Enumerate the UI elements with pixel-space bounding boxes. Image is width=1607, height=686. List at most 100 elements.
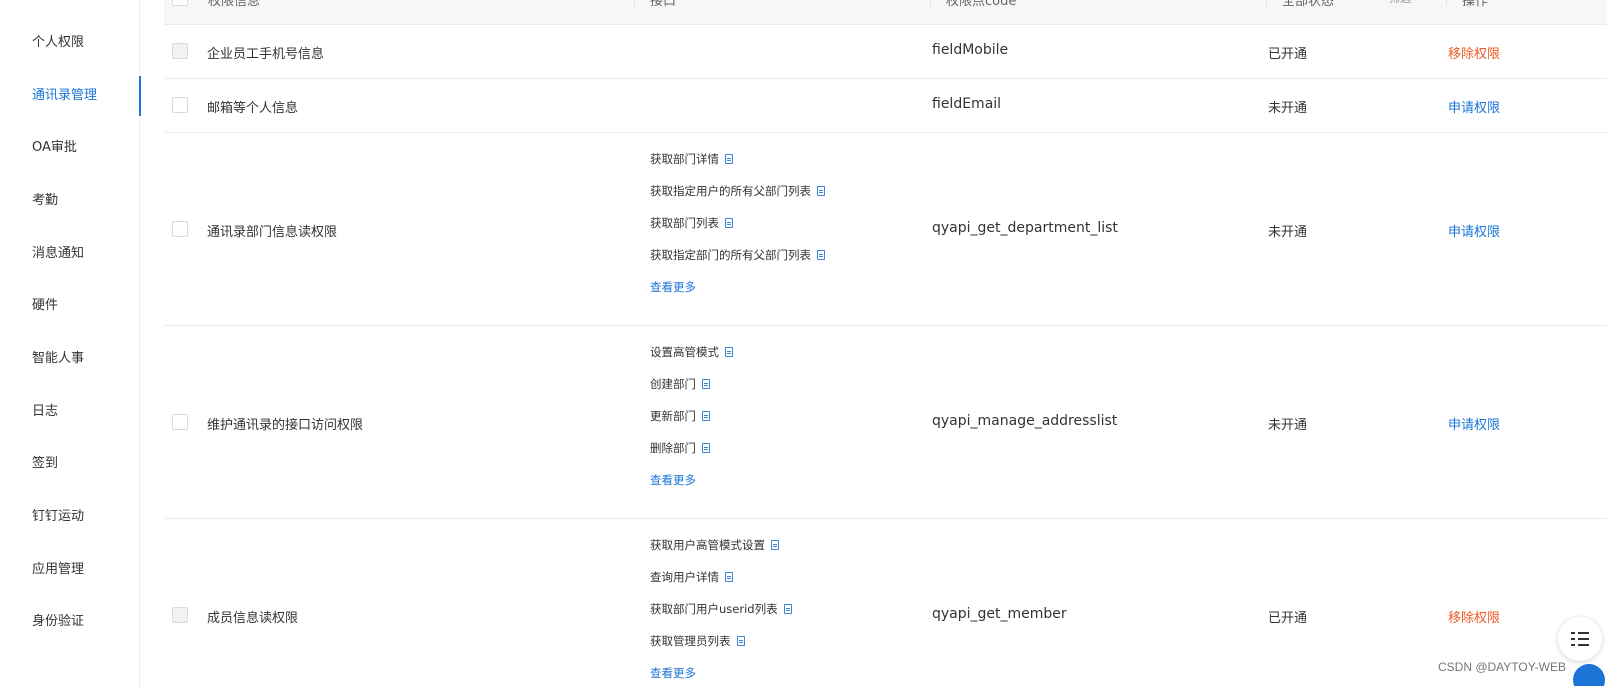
permission-code: fieldMobile [932, 42, 1009, 58]
sidebar-item-oa-approval[interactable]: OA审批 [0, 128, 140, 168]
permission-code: qyapi_get_department_list [932, 220, 1118, 236]
row-checkbox[interactable] [172, 221, 188, 237]
view-more-link[interactable]: 查看更多 [650, 657, 792, 686]
api-item[interactable]: 获取指定部门的所有父部门列表 [650, 239, 825, 271]
api-list: 获取用户高管模式设置 查询用户详情 获取部门用户userid列表 获取管理员列表… [650, 529, 792, 686]
document-icon[interactable] [702, 379, 710, 389]
document-icon[interactable] [725, 572, 733, 582]
api-item[interactable]: 获取管理员列表 [650, 625, 792, 657]
document-icon[interactable] [702, 443, 710, 453]
sidebar-item-app-management[interactable]: 应用管理 [0, 550, 140, 590]
api-name: 获取部门详情 [650, 152, 719, 166]
api-list: 设置高管模式 创建部门 更新部门 删除部门 查看更多 [650, 336, 733, 496]
permission-status: 已开通 [1268, 611, 1308, 626]
apply-permission-button[interactable]: 申请权限 [1448, 97, 1500, 116]
sidebar-nav: 个人权限 通讯录管理 OA审批 考勤 消息通知 硬件 智能人事 日志 签到 钉钉… [0, 0, 141, 686]
api-item[interactable]: 获取部门用户userid列表 [650, 593, 792, 625]
select-all-checkbox[interactable] [172, 0, 188, 6]
view-more-link[interactable]: 查看更多 [650, 271, 825, 303]
permission-code: qyapi_get_member [932, 606, 1067, 622]
header-info: 权限信息 [208, 0, 261, 9]
list-icon [1571, 630, 1589, 648]
sidebar-item-personal-permission[interactable]: 个人权限 [0, 23, 140, 63]
header-api: 接口 [650, 0, 677, 9]
permission-name: 企业员工手机号信息 [207, 47, 325, 62]
document-icon[interactable] [725, 154, 733, 164]
api-item[interactable]: 更新部门 [650, 400, 733, 432]
permission-name: 维护通讯录的接口访问权限 [207, 418, 364, 433]
remove-permission-button[interactable]: 移除权限 [1448, 607, 1500, 626]
apply-permission-button[interactable]: 申请权限 [1448, 414, 1500, 433]
header-divider [634, 0, 635, 6]
api-item[interactable]: 获取指定用户的所有父部门列表 [650, 175, 825, 207]
apply-permission-button[interactable]: 申请权限 [1448, 221, 1500, 240]
watermark-text: CSDN @DAYTOY-WEB [1438, 660, 1566, 674]
api-item[interactable]: 查询用户详情 [650, 561, 792, 593]
api-item[interactable]: 创建部门 [650, 368, 733, 400]
permission-status: 未开通 [1268, 225, 1308, 240]
api-name: 获取部门用户userid列表 [650, 602, 778, 616]
table-row: 维护通讯录的接口访问权限 设置高管模式 创建部门 更新部门 删除部门 查看更多 … [164, 326, 1607, 519]
remove-permission-button[interactable]: 移除权限 [1448, 43, 1500, 62]
table-row: 成员信息读权限 获取用户高管模式设置 查询用户详情 获取部门用户userid列表… [164, 519, 1607, 686]
header-code: 权限点code [946, 0, 1017, 9]
api-name: 获取指定用户的所有父部门列表 [650, 184, 811, 198]
api-item[interactable]: 获取部门详情 [650, 143, 825, 175]
document-icon[interactable] [702, 411, 710, 421]
api-list: 获取部门详情 获取指定用户的所有父部门列表 获取部门列表 获取指定部门的所有父部… [650, 143, 825, 303]
document-icon[interactable] [817, 250, 825, 260]
permission-code: qyapi_manage_addresslist [932, 413, 1118, 429]
document-icon[interactable] [725, 347, 733, 357]
api-name: 创建部门 [650, 377, 696, 391]
permission-status: 未开通 [1268, 101, 1308, 116]
document-icon[interactable] [736, 636, 745, 646]
api-name: 获取指定部门的所有父部门列表 [650, 248, 811, 262]
document-icon[interactable] [725, 218, 733, 228]
api-name: 查询用户详情 [650, 570, 719, 584]
permission-name: 邮箱等个人信息 [207, 101, 299, 116]
permission-code: fieldEmail [932, 96, 1002, 112]
sidebar-item-message-notification[interactable]: 消息通知 [0, 234, 140, 274]
api-name: 获取部门列表 [650, 216, 719, 230]
api-name: 获取用户高管模式设置 [650, 538, 765, 552]
row-checkbox[interactable] [172, 414, 188, 430]
api-name: 更新部门 [650, 409, 696, 423]
document-icon[interactable] [783, 604, 792, 614]
view-more-link[interactable]: 查看更多 [650, 464, 733, 496]
api-name: 获取管理员列表 [650, 634, 731, 648]
api-item[interactable]: 设置高管模式 [650, 336, 733, 368]
permission-status: 未开通 [1268, 418, 1308, 433]
api-item[interactable]: 删除部门 [650, 432, 733, 464]
document-icon[interactable] [817, 186, 825, 196]
api-item[interactable]: 获取用户高管模式设置 [650, 529, 792, 561]
sidebar-item-contacts-management[interactable]: 通讯录管理 [0, 76, 141, 116]
api-name: 设置高管模式 [650, 345, 719, 359]
permission-name: 通讯录部门信息读权限 [207, 225, 338, 240]
status-filter-dropdown[interactable]: 筛选 ⌃ [1389, 0, 1424, 6]
table-row: 企业员工手机号信息 fieldMobile 已开通 移除权限 [164, 25, 1607, 79]
app-root: 个人权限 通讯录管理 OA审批 考勤 消息通知 硬件 智能人事 日志 签到 钉钉… [0, 0, 1607, 686]
sidebar-item-attendance[interactable]: 考勤 [0, 181, 140, 221]
row-checkbox[interactable] [172, 97, 188, 113]
row-checkbox[interactable] [172, 43, 188, 59]
api-name: 删除部门 [650, 441, 696, 455]
header-divider [930, 0, 931, 6]
sidebar-item-hardware[interactable]: 硬件 [0, 286, 140, 326]
document-icon[interactable] [771, 540, 779, 550]
sidebar-item-identity-verification[interactable]: 身份验证 [0, 602, 140, 642]
header-action: 操作 [1462, 0, 1489, 9]
filter-label: 筛选 [1389, 0, 1411, 5]
sidebar-item-dingtalk-sport[interactable]: 钉钉运动 [0, 497, 140, 537]
sidebar-item-smart-hr[interactable]: 智能人事 [0, 339, 140, 379]
permission-name: 成员信息读权限 [207, 611, 299, 626]
permission-table: 权限信息 接口 权限点code 全部状态 筛选 ⌃ 操作 企业员工手机号信息 f… [164, 0, 1607, 686]
table-row: 通讯录部门信息读权限 获取部门详情 获取指定用户的所有父部门列表 获取部门列表 … [164, 133, 1607, 326]
sidebar-item-check-in[interactable]: 签到 [0, 444, 140, 484]
sidebar-item-log[interactable]: 日志 [0, 392, 140, 432]
permission-status: 已开通 [1268, 47, 1308, 62]
row-checkbox[interactable] [172, 607, 188, 623]
floating-menu-button[interactable] [1558, 617, 1602, 661]
header-divider [1266, 0, 1267, 6]
header-status: 全部状态 [1282, 0, 1335, 9]
api-item[interactable]: 获取部门列表 [650, 207, 825, 239]
